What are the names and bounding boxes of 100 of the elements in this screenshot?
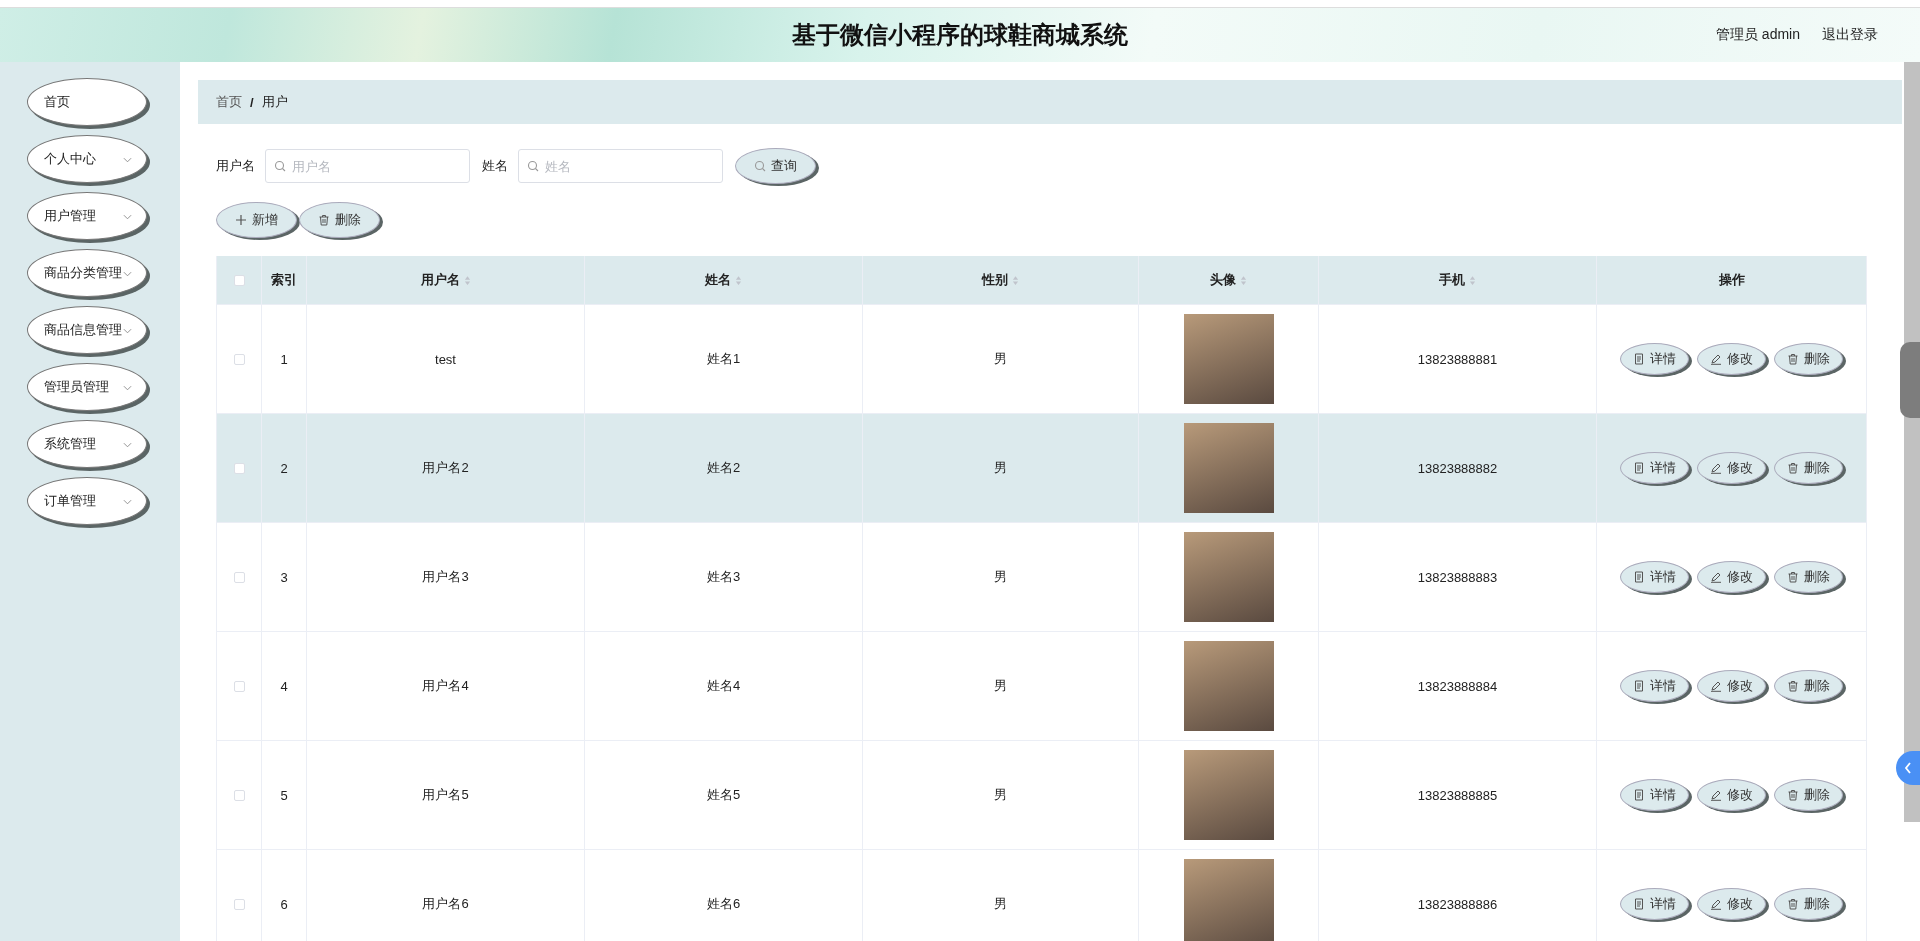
detail-button[interactable]: 详情 [1620, 343, 1689, 375]
row-checkbox[interactable] [233, 571, 245, 583]
username-cell: 用户名2 [422, 459, 469, 477]
query-button[interactable]: 查询 [735, 148, 816, 184]
sort-icon[interactable] [1012, 274, 1019, 286]
trash-icon [1787, 571, 1799, 583]
search-icon [527, 160, 539, 172]
pencil-icon [1710, 898, 1722, 910]
document-icon [1633, 898, 1645, 910]
scrollbar-thumb[interactable] [1900, 342, 1920, 418]
username-cell: 用户名5 [422, 786, 469, 804]
pencil-icon [1710, 680, 1722, 692]
phone-cell: 13823888881 [1417, 351, 1498, 367]
collapse-tab-button[interactable] [1896, 751, 1920, 785]
logout-link[interactable]: 退出登录 [1822, 26, 1878, 44]
row-checkbox[interactable] [233, 789, 245, 801]
chevron-down-icon [123, 385, 132, 391]
chevron-left-icon [1904, 762, 1912, 774]
sort-icon[interactable] [1240, 274, 1247, 286]
system-title: 基于微信小程序的球鞋商城系统 [792, 20, 1128, 50]
phone-cell: 13823888885 [1417, 787, 1498, 803]
name-cell: 姓名1 [706, 350, 741, 368]
edit-button[interactable]: 修改 [1697, 779, 1766, 811]
column-header[interactable]: 头像 [1210, 271, 1236, 289]
column-header[interactable]: 用户名 [420, 271, 460, 289]
search-field[interactable]: 姓名 [518, 149, 723, 183]
chevron-down-icon [123, 499, 132, 505]
gender-cell: 男 [994, 786, 1007, 804]
chevron-down-icon [123, 442, 132, 448]
column-header[interactable]: 姓名 [705, 271, 731, 289]
row-checkbox[interactable] [233, 353, 245, 365]
username-cell: 用户名4 [422, 677, 469, 695]
edit-button[interactable]: 修改 [1697, 452, 1766, 484]
delete-button[interactable]: 删除 [1774, 670, 1843, 702]
sidebar-menu-item[interactable]: 系统管理 [27, 420, 147, 468]
table-row[interactable]: 1 test 姓名1 男 13823888881 详情 修改 删除 [217, 305, 1867, 414]
name-cell: 姓名6 [706, 895, 741, 913]
chevron-down-icon [123, 157, 132, 163]
row-checkbox[interactable] [233, 680, 245, 692]
phone-cell: 13823888882 [1417, 460, 1498, 476]
field-label: 姓名 [482, 157, 508, 175]
breadcrumb-separator: / [250, 94, 254, 110]
detail-button[interactable]: 详情 [1620, 779, 1689, 811]
chevron-down-icon [123, 271, 132, 277]
name-cell: 姓名3 [706, 568, 741, 586]
sidebar-menu-item[interactable]: 订单管理 [27, 477, 147, 525]
breadcrumb-link[interactable]: 用户 [261, 93, 288, 111]
table-row[interactable]: 5 用户名5 姓名5 男 13823888885 详情 修改 删除 [217, 741, 1867, 850]
select-all-checkbox[interactable] [233, 274, 245, 286]
breadcrumb-link[interactable]: 首页 [216, 93, 242, 111]
column-header[interactable]: 性别 [982, 271, 1008, 289]
edit-button[interactable]: 修改 [1697, 561, 1766, 593]
edit-button[interactable]: 修改 [1697, 343, 1766, 375]
table-row[interactable]: 3 用户名3 姓名3 男 13823888883 详情 修改 删除 [217, 523, 1867, 632]
trash-icon [1787, 353, 1799, 365]
detail-button[interactable]: 详情 [1620, 670, 1689, 702]
search-field[interactable]: 用户名 [265, 149, 470, 183]
delete-button[interactable]: 删除 [299, 202, 380, 238]
index-cell: 2 [280, 460, 288, 476]
gender-cell: 男 [994, 350, 1007, 368]
trash-icon [1787, 789, 1799, 801]
index-cell: 3 [280, 569, 288, 585]
username-cell: 用户名3 [422, 568, 469, 586]
sidebar-menu-item[interactable]: 用户管理 [27, 192, 147, 240]
table-row[interactable]: 4 用户名4 姓名4 男 13823888884 详情 修改 删除 [217, 632, 1867, 741]
sidebar-menu-item[interactable]: 商品分类管理 [27, 249, 147, 297]
gender-cell: 男 [994, 895, 1007, 913]
row-checkbox[interactable] [233, 898, 245, 910]
trash-icon [318, 214, 330, 226]
delete-button[interactable]: 删除 [1774, 779, 1843, 811]
phone-cell: 13823888886 [1417, 896, 1498, 912]
username-cell: test [435, 351, 456, 367]
name-cell: 姓名5 [706, 786, 741, 804]
sidebar-menu-item[interactable]: 管理员管理 [27, 363, 147, 411]
sort-icon[interactable] [1469, 274, 1476, 286]
row-checkbox[interactable] [233, 462, 245, 474]
sidebar-menu-item[interactable]: 首页 [27, 78, 147, 126]
name-cell: 姓名2 [706, 459, 741, 477]
sort-icon[interactable] [463, 274, 471, 286]
table-row[interactable]: 2 用户名2 姓名2 男 13823888882 详情 修改 删除 [217, 414, 1867, 523]
plus-icon [235, 214, 247, 226]
detail-button[interactable]: 详情 [1620, 888, 1689, 920]
sort-icon[interactable] [735, 274, 742, 286]
edit-button[interactable]: 修改 [1697, 888, 1766, 920]
delete-button[interactable]: 删除 [1774, 452, 1843, 484]
phone-cell: 13823888884 [1417, 678, 1498, 694]
delete-button[interactable]: 删除 [1774, 888, 1843, 920]
delete-button[interactable]: 删除 [1774, 561, 1843, 593]
detail-button[interactable]: 详情 [1620, 452, 1689, 484]
sidebar-menu-item[interactable]: 商品信息管理 [27, 306, 147, 354]
index-cell: 5 [280, 787, 288, 803]
username-cell: 用户名6 [422, 895, 469, 913]
detail-button[interactable]: 详情 [1620, 561, 1689, 593]
column-header[interactable]: 手机 [1439, 271, 1465, 289]
add-button[interactable]: 新增 [216, 202, 297, 238]
delete-button[interactable]: 删除 [1774, 343, 1843, 375]
sidebar-menu-item[interactable]: 个人中心 [27, 135, 147, 183]
document-icon [1633, 680, 1645, 692]
edit-button[interactable]: 修改 [1697, 670, 1766, 702]
column-header: 索引 [271, 271, 297, 289]
